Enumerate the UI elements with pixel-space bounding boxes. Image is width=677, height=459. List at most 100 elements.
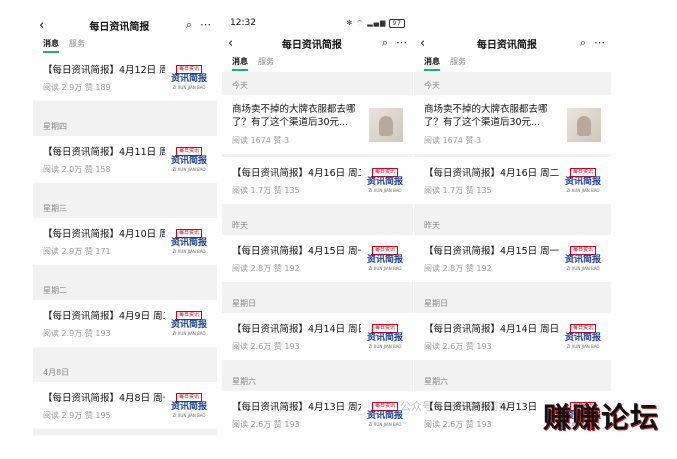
like-count: 赞 193	[273, 420, 300, 429]
tab-bar: 消息 服务	[222, 54, 413, 72]
ad-card[interactable]: 商场卖不掉的大牌衣服都去哪了？有了这个渠道后30元... 阅读 1674 赞 3	[222, 95, 413, 154]
article-card[interactable]: 【每日资讯简报】4月16日 周二 阅读 1.7万 赞 135 每日资讯 资讯简报 Z…	[414, 157, 611, 204]
like-count: 赞 192	[465, 264, 492, 273]
brand-logo: 每日资讯 资讯简报 ZI XUN JIAN BAO	[565, 324, 602, 349]
account-title: 每日资讯简报	[89, 21, 150, 33]
ad-thumbnail	[369, 107, 403, 142]
tab-bar: 消息 服务	[414, 54, 611, 72]
like-count: 赞 135	[465, 186, 492, 195]
brand-logo: 每日资讯 资讯简报 ZI XUN JIAN BAO	[565, 168, 602, 193]
article-card[interactable]: 【每日资讯简报】4月14日 周日 阅读 2.6万 赞 193 每日资讯 资讯简报 Z…	[222, 313, 413, 360]
date-label: 昨天	[232, 221, 248, 230]
date-label: 星期六	[424, 377, 448, 386]
read-count: 阅读 1.7万	[232, 186, 272, 195]
tab-bar: 消息 服务	[33, 36, 217, 54]
date-label: 星期三	[43, 204, 67, 213]
nav-bar: ‹ 每日资讯简报 ⌕ ⋯	[414, 32, 611, 54]
back-arrow-icon[interactable]: ‹	[39, 18, 53, 33]
ad-card[interactable]: 商场卖不掉的大牌衣服都去哪了？有了这个渠道后30元... 阅读 1674 赞 3	[414, 95, 611, 154]
nav-bar: ‹ 每日资讯简报 ⌕ ⋯	[222, 32, 413, 54]
search-icon[interactable]: ⌕	[382, 36, 388, 50]
brand-logo: 每日资讯 资讯简报 ZI XUN JIAN BAO	[171, 147, 208, 172]
article-card[interactable]: 【每日资讯简报】4月15日 周一 阅读 2.8万 赞 192 每日资讯 资讯简报 Z…	[222, 235, 413, 282]
article-card[interactable]: 【每日资讯简报】4月13日 周六 阅读 2.6万 赞 193 每日资讯 资讯简报 Z…	[222, 391, 413, 435]
more-icon[interactable]: ⋯	[594, 36, 605, 50]
tab-messages[interactable]: 消息	[424, 56, 440, 71]
article-card[interactable]: 【每日资讯简报】4月11日 周四 阅读 2.0万 赞 158 每日资讯 资讯简报 Z…	[33, 136, 217, 183]
tab-messages[interactable]: 消息	[232, 56, 248, 71]
account-title: 每日资讯简报	[281, 39, 342, 51]
like-count: 赞 171	[84, 247, 111, 256]
read-count: 阅读 2.8万	[424, 264, 464, 273]
search-icon[interactable]: ⌕	[580, 36, 586, 50]
chat-panel-right: ‹ 每日资讯简报 ⌕ ⋯ 消息 服务 今天 商场卖不掉的大牌衣服都去哪了？有了这个…	[414, 14, 611, 435]
article-title: 【每日资讯简报】4月8日 周一	[43, 393, 165, 404]
date-label: 星期日	[424, 299, 448, 308]
date-label: 4月8日	[43, 368, 70, 377]
date-label: 今天	[424, 81, 440, 90]
read-count: 阅读 2.6万	[424, 420, 464, 429]
more-icon[interactable]: ⋯	[200, 18, 211, 32]
status-bar: 12:32 ✻ ⌔ ▂▄▆ 97	[222, 14, 413, 32]
article-card[interactable]: 【每日资讯简报】4月9日 周二 阅读 2.9万 赞 193 每日资讯 资讯简报 ZI…	[33, 300, 217, 347]
like-count: 赞 193	[465, 420, 492, 429]
article-title: 【每日资讯简报】4月12日 周五	[43, 65, 165, 76]
article-card[interactable]: 【每日资讯简报】4月10日 周三 阅读 2.9万 赞 171 每日资讯 资讯简报 Z…	[33, 218, 217, 265]
article-title: 【每日资讯简报】4月10日 周三	[43, 229, 165, 240]
search-icon[interactable]: ⌕	[186, 18, 192, 32]
brand-logo: 每日资讯 资讯简报 ZI XUN JIAN BAO	[367, 402, 404, 427]
faint-watermark: 公众号 · 每日资讯简报	[400, 400, 510, 413]
read-count: 阅读 2.9万	[43, 329, 83, 338]
brand-logo: 每日资讯 资讯简报 ZI XUN JIAN BAO	[367, 246, 404, 271]
read-count: 阅读 1674	[232, 136, 271, 145]
tab-services[interactable]: 服务	[258, 56, 274, 69]
tab-messages[interactable]: 消息	[43, 38, 59, 53]
date-label: 今天	[232, 81, 248, 90]
read-count: 阅读 2.0万	[43, 165, 83, 174]
like-count: 赞 3	[465, 136, 482, 145]
article-title: 【每日资讯简报】4月16日 周二	[232, 168, 361, 179]
back-arrow-icon[interactable]: ‹	[228, 36, 242, 51]
like-count: 赞 3	[273, 136, 290, 145]
brand-logo: 每日资讯 资讯简报 ZI XUN JIAN BAO	[367, 168, 404, 193]
article-card[interactable]: 【每日资讯简报】4月12日 周五 阅读 2.9万 赞 189 每日资讯 资讯简报 Z…	[33, 54, 217, 101]
brand-logo: 每日资讯 资讯简报 ZI XUN JIAN BAO	[367, 324, 404, 349]
chat-panel-middle: 12:32 ✻ ⌔ ▂▄▆ 97 ‹ 每日资讯简报 ⌕ ⋯ 消息 服务 今天 商场卖…	[222, 14, 413, 435]
article-title: 【每日资讯简报】4月13日 周六	[232, 402, 361, 413]
read-count: 阅读 2.6万	[232, 420, 272, 429]
brand-logo: 每日资讯 资讯简报 ZI XUN JIAN BAO	[171, 65, 208, 90]
article-card[interactable]: 【每日资讯简报】4月15日 周一 阅读 2.8万 赞 192 每日资讯 资讯简报 Z…	[414, 235, 611, 282]
read-count: 阅读 2.6万	[232, 342, 272, 351]
read-count: 阅读 1.7万	[424, 186, 464, 195]
article-title: 【每日资讯简报】4月9日 周二	[43, 311, 165, 322]
article-title: 【每日资讯简报】4月14日 周日	[232, 324, 361, 335]
read-count: 阅读 2.9万	[43, 247, 83, 256]
status-bar-blank	[414, 14, 611, 32]
read-count: 阅读 2.6万	[424, 342, 464, 351]
signal-icons: ✻ ⌔ ▂▄▆ 97	[346, 18, 405, 28]
date-label: 星期四	[43, 122, 67, 131]
nav-bar: ‹ 每日资讯简报 ⌕ ⋯	[33, 14, 217, 36]
article-card[interactable]: 【每日资讯简报】4月14日 周日 阅读 2.6万 赞 193 每日资讯 资讯简报 Z…	[414, 313, 611, 360]
date-label: 星期日	[232, 299, 256, 308]
article-card[interactable]: 【每日资讯简报】4月8日 周一 阅读 2.9万 赞 195 每日资讯 资讯简报 ZI…	[33, 382, 217, 429]
like-count: 赞 193	[84, 329, 111, 338]
ad-title: 商场卖不掉的大牌衣服都去哪了？有了这个渠道后30元...	[232, 104, 356, 128]
date-label: 昨天	[424, 221, 440, 230]
like-count: 赞 189	[84, 83, 111, 92]
tab-services[interactable]: 服务	[69, 38, 85, 51]
back-arrow-icon[interactable]: ‹	[420, 36, 434, 51]
article-title: 【每日资讯简报】4月11日 周四	[43, 147, 165, 158]
account-title: 每日资讯简报	[476, 39, 537, 51]
brand-logo: 每日资讯 资讯简报 ZI XUN JIAN BAO	[565, 246, 602, 271]
read-count: 阅读 2.9万	[43, 83, 83, 92]
article-card[interactable]: 【每日资讯简报】4月16日 周二 阅读 1.7万 赞 135 每日资讯 资讯简报 Z…	[222, 157, 413, 204]
more-icon[interactable]: ⋯	[396, 36, 407, 50]
tab-services[interactable]: 服务	[450, 56, 466, 69]
like-count: 赞 193	[465, 342, 492, 351]
article-title: 【每日资讯简报】4月15日 周一	[424, 246, 559, 257]
article-title: 【每日资讯简报】4月15日 周一	[232, 246, 361, 257]
like-count: 赞 158	[84, 165, 111, 174]
read-count: 阅读 2.9万	[43, 411, 83, 420]
article-title: 【每日资讯简报】4月14日 周日	[424, 324, 559, 335]
